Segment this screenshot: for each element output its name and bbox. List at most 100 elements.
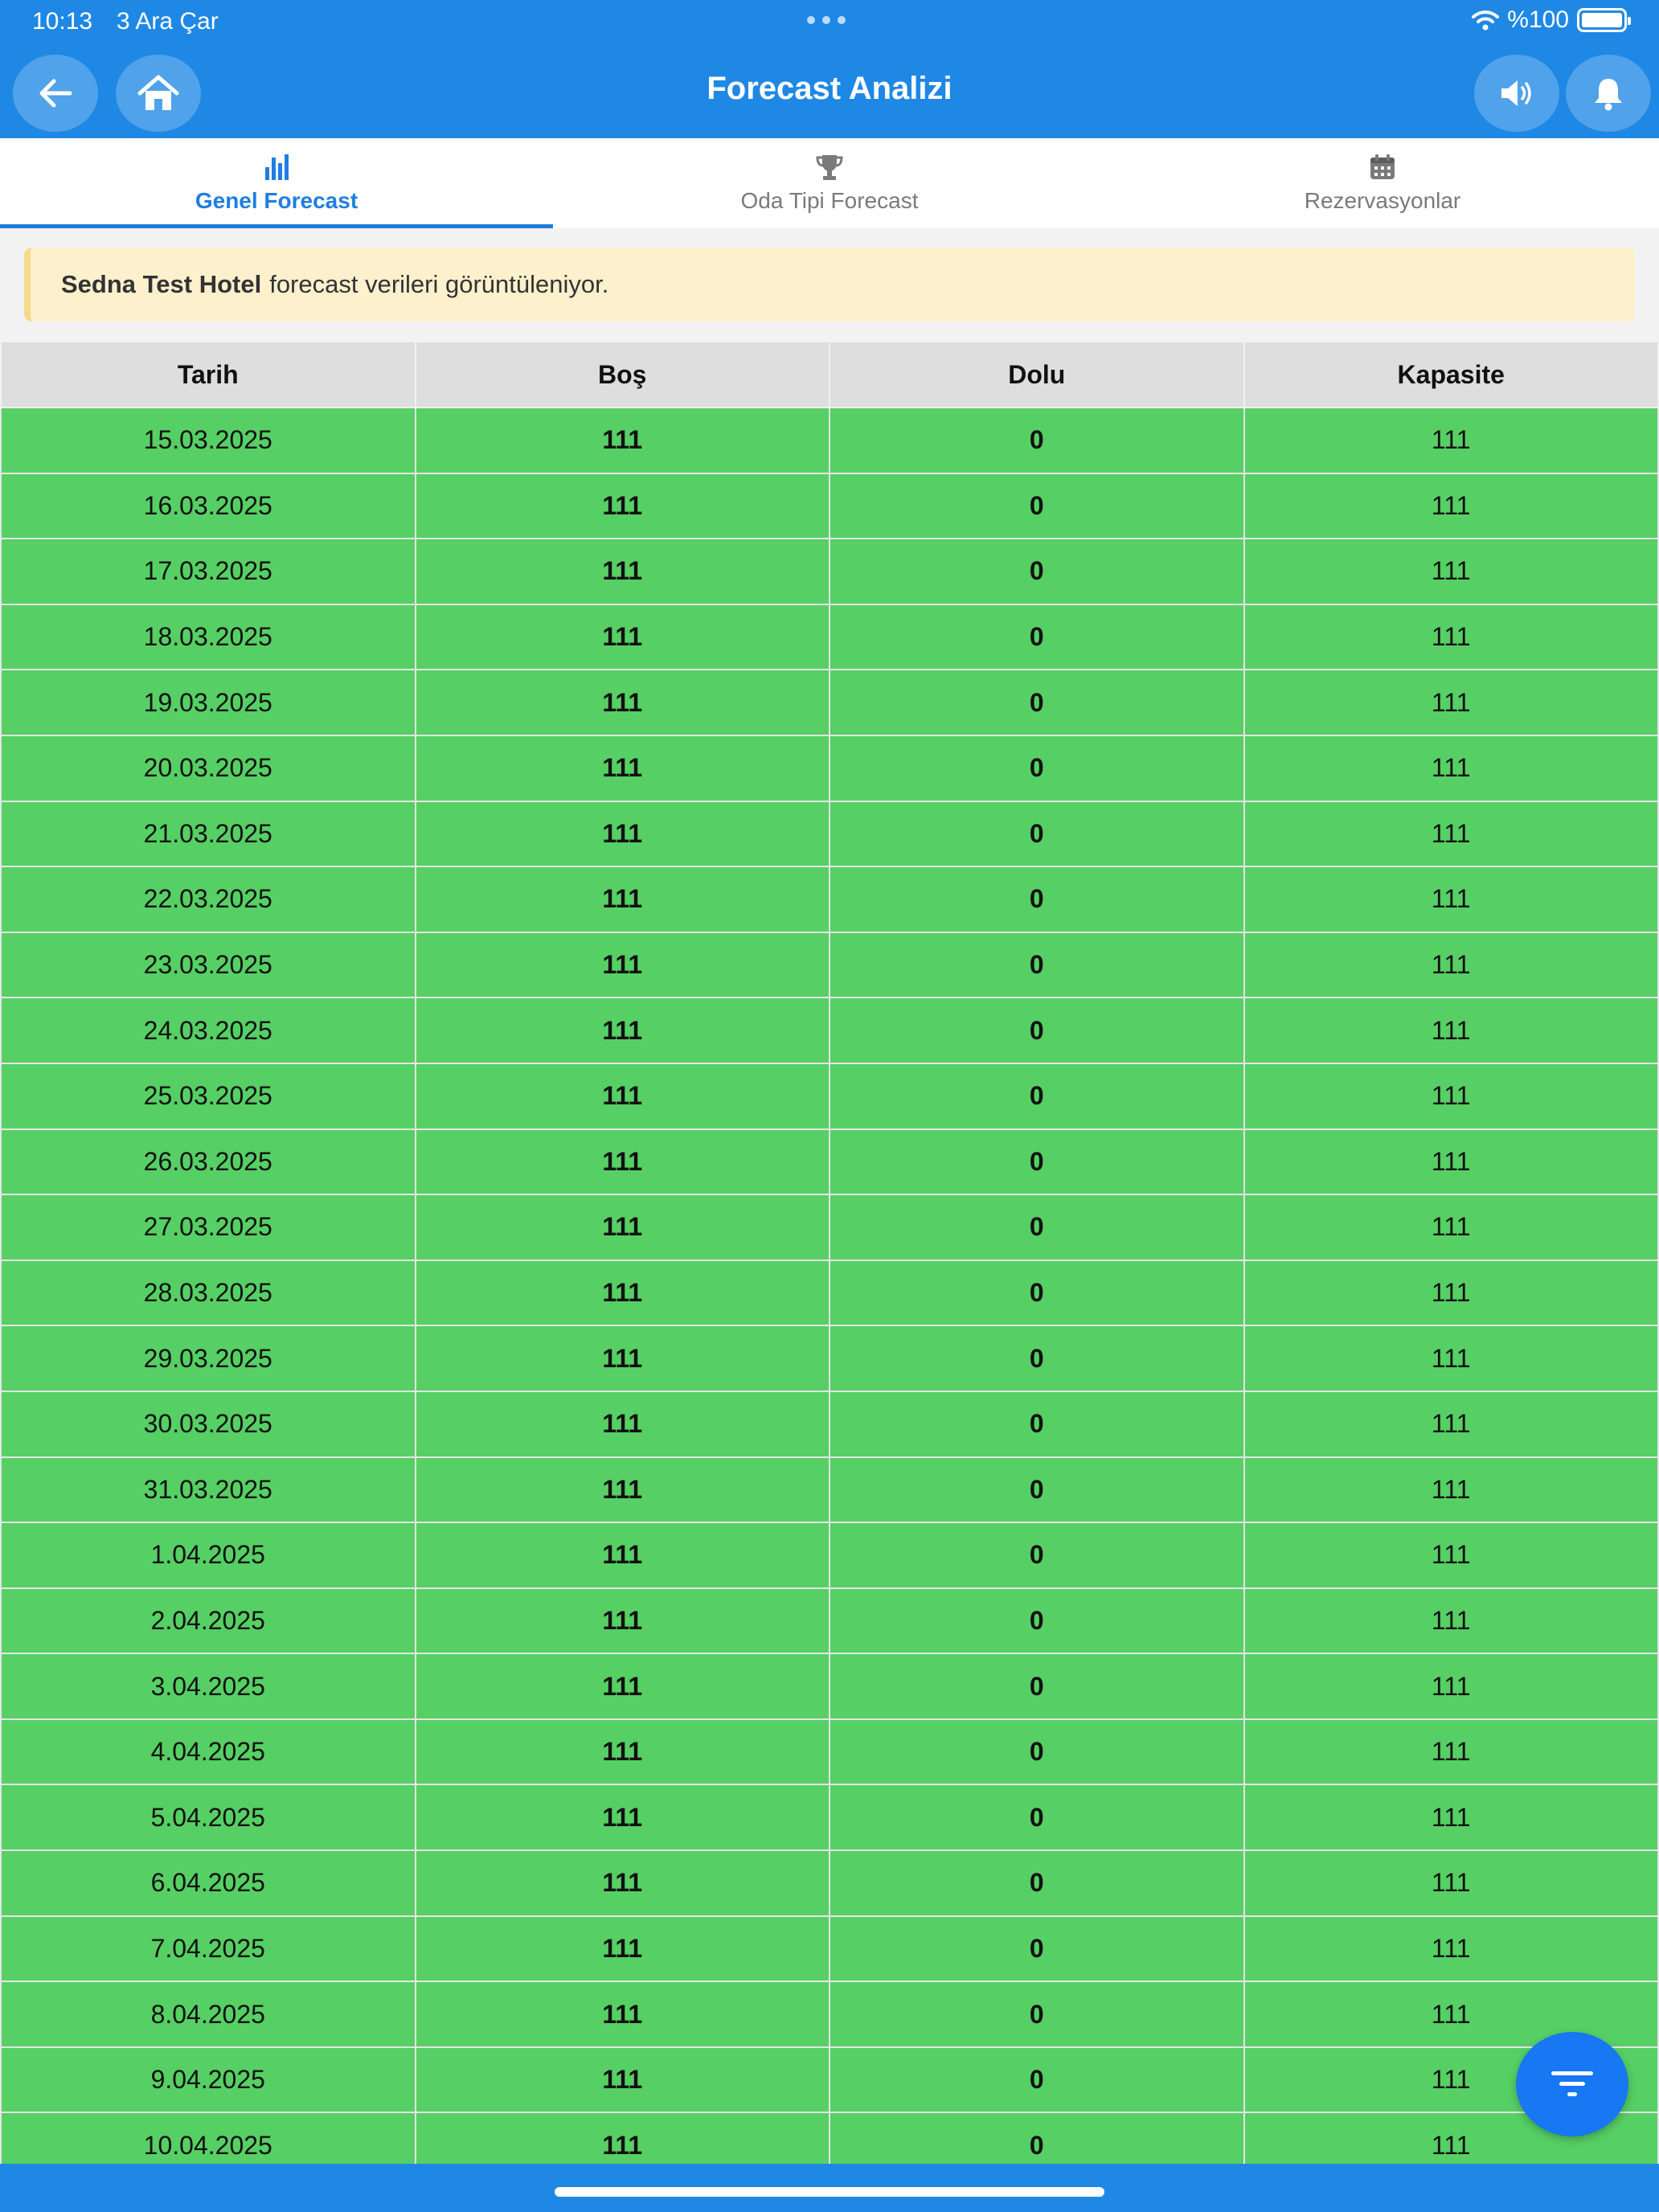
table-row[interactable]: 16.03.2025 111 0 111 <box>0 472 1659 540</box>
cell-tarih: 4.04.2025 <box>0 1718 416 1786</box>
table-row[interactable]: 4.04.2025 111 0 111 <box>0 1718 1659 1786</box>
banner-text: forecast verileri görüntüleniyor. <box>269 270 609 298</box>
cell-bos: 111 <box>414 1784 830 1852</box>
table-row[interactable]: 27.03.2025 111 0 111 <box>0 1194 1659 1261</box>
cell-bos: 111 <box>414 1062 830 1130</box>
column-header-tarih[interactable]: Tarih <box>0 341 416 408</box>
cell-kapasite: 111 <box>1243 1522 1659 1589</box>
cell-kapasite: 111 <box>1243 538 1659 605</box>
cell-kapasite: 111 <box>1243 1784 1659 1852</box>
cell-dolu: 0 <box>829 1653 1245 1720</box>
sound-button[interactable] <box>1474 55 1559 132</box>
cell-bos: 111 <box>414 472 830 540</box>
cell-kapasite: 111 <box>1243 1390 1659 1458</box>
cell-dolu: 0 <box>829 1915 1245 1983</box>
table-row[interactable]: 6.04.2025 111 0 111 <box>0 1849 1659 1917</box>
table-row[interactable]: 25.03.2025 111 0 111 <box>0 1062 1659 1130</box>
battery-percent: %100 <box>1507 6 1569 33</box>
table-row[interactable]: 28.03.2025 111 0 111 <box>0 1259 1659 1327</box>
table-row[interactable]: 8.04.2025 111 0 111 <box>0 1981 1659 2048</box>
table-row[interactable]: 26.03.2025 111 0 111 <box>0 1128 1659 1196</box>
table-row[interactable]: 20.03.2025 111 0 111 <box>0 734 1659 802</box>
table-row[interactable]: 22.03.2025 111 0 111 <box>0 866 1659 933</box>
cell-tarih: 31.03.2025 <box>0 1456 416 1524</box>
cell-dolu: 0 <box>829 866 1245 933</box>
bar-chart-icon <box>265 154 289 180</box>
table-row[interactable]: 19.03.2025 111 0 111 <box>0 669 1659 736</box>
cell-dolu: 0 <box>829 1718 1245 1786</box>
table-row[interactable]: 7.04.2025 111 0 111 <box>0 1915 1659 1983</box>
speaker-icon <box>1501 80 1531 106</box>
cell-kapasite: 111 <box>1243 1587 1659 1655</box>
battery-icon <box>1577 8 1631 32</box>
cell-dolu: 0 <box>829 1587 1245 1655</box>
status-right: %100 <box>1472 6 1631 34</box>
status-date: 3 Ara Çar <box>117 8 219 35</box>
table-row[interactable]: 30.03.2025 111 0 111 <box>0 1390 1659 1458</box>
cell-bos: 111 <box>414 1325 830 1392</box>
tab-label: Oda Tipi Forecast <box>740 188 919 213</box>
banner-hotel-name: Sedna Test Hotel <box>61 270 262 298</box>
cell-dolu: 0 <box>829 472 1245 540</box>
cell-bos: 111 <box>414 1128 830 1196</box>
table-row[interactable]: 3.04.2025 111 0 111 <box>0 1653 1659 1720</box>
cell-dolu: 0 <box>829 1456 1245 1524</box>
cell-dolu: 0 <box>829 1390 1245 1458</box>
table-row[interactable]: 18.03.2025 111 0 111 <box>0 603 1659 671</box>
table-row[interactable]: 17.03.2025 111 0 111 <box>0 538 1659 605</box>
cell-tarih: 17.03.2025 <box>0 538 416 605</box>
cell-kapasite: 111 <box>1243 1456 1659 1524</box>
cell-tarih: 20.03.2025 <box>0 734 416 802</box>
table-row[interactable]: 2.04.2025 111 0 111 <box>0 1587 1659 1655</box>
tab-oda-tipi-forecast[interactable]: Oda Tipi Forecast <box>553 138 1106 228</box>
column-header-dolu[interactable]: Dolu <box>829 341 1245 408</box>
table-row[interactable]: 31.03.2025 111 0 111 <box>0 1456 1659 1524</box>
cell-bos: 111 <box>414 866 830 933</box>
notifications-button[interactable] <box>1566 55 1651 132</box>
cell-tarih: 7.04.2025 <box>0 1915 416 1983</box>
cell-kapasite: 111 <box>1243 866 1659 933</box>
cell-tarih: 3.04.2025 <box>0 1653 416 1720</box>
cell-bos: 111 <box>414 1718 830 1786</box>
cell-kapasite: 111 <box>1243 669 1659 736</box>
tab-genel-forecast[interactable]: Genel Forecast <box>0 138 553 228</box>
table-row[interactable]: 15.03.2025 111 0 111 <box>0 407 1659 474</box>
table-row[interactable]: 21.03.2025 111 0 111 <box>0 800 1659 868</box>
column-header-bos[interactable]: Boş <box>414 341 830 408</box>
cell-bos: 111 <box>414 1522 830 1589</box>
cell-bos: 111 <box>414 1587 830 1655</box>
column-header-kapasite[interactable]: Kapasite <box>1243 341 1659 408</box>
cell-bos: 111 <box>414 1259 830 1327</box>
table-row[interactable]: 24.03.2025 111 0 111 <box>0 997 1659 1064</box>
cell-tarih: 18.03.2025 <box>0 603 416 671</box>
cell-kapasite: 111 <box>1243 1062 1659 1130</box>
cell-bos: 111 <box>414 800 830 868</box>
home-indicator[interactable] <box>555 2187 1104 2197</box>
cell-bos: 111 <box>414 734 830 802</box>
multitask-dots-icon[interactable] <box>807 16 846 24</box>
cell-dolu: 0 <box>829 2046 1245 2114</box>
table-row[interactable]: 1.04.2025 111 0 111 <box>0 1522 1659 1589</box>
status-bar: 10:13 3 Ara Çar %100 <box>0 0 1659 45</box>
cell-tarih: 9.04.2025 <box>0 2046 416 2114</box>
table-row[interactable]: 9.04.2025 111 0 111 <box>0 2046 1659 2114</box>
page-title: Forecast Analizi <box>707 71 952 106</box>
cell-dolu: 0 <box>829 1325 1245 1392</box>
cell-dolu: 0 <box>829 1128 1245 1196</box>
cell-tarih: 1.04.2025 <box>0 1522 416 1589</box>
table-row[interactable]: 23.03.2025 111 0 111 <box>0 931 1659 999</box>
filter-button[interactable] <box>1516 2032 1628 2136</box>
table-row[interactable]: 5.04.2025 111 0 111 <box>0 1784 1659 1852</box>
cell-kapasite: 111 <box>1243 931 1659 999</box>
cell-kapasite: 111 <box>1243 1259 1659 1327</box>
cell-tarih: 26.03.2025 <box>0 1128 416 1196</box>
cell-bos: 111 <box>414 1981 830 2048</box>
cell-dolu: 0 <box>829 669 1245 736</box>
tab-rezervasyonlar[interactable]: Rezervasyonlar <box>1106 138 1659 228</box>
cell-dolu: 0 <box>829 1259 1245 1327</box>
table-row[interactable]: 29.03.2025 111 0 111 <box>0 1325 1659 1392</box>
cell-tarih: 30.03.2025 <box>0 1390 416 1458</box>
cell-tarih: 25.03.2025 <box>0 1062 416 1130</box>
cell-kapasite: 111 <box>1243 1849 1659 1917</box>
cell-bos: 111 <box>414 931 830 999</box>
